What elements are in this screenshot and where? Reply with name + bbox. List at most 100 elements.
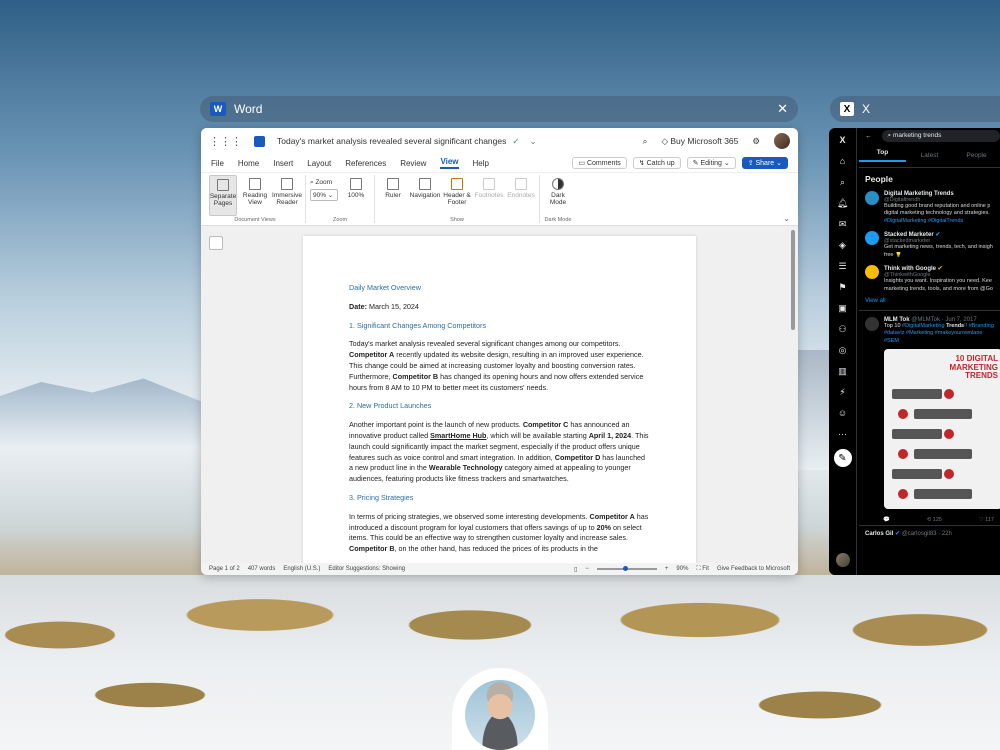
messages-icon[interactable]: ✉	[837, 218, 849, 231]
tab-home[interactable]: Home	[238, 159, 259, 168]
zoom-button[interactable]: ⌕ Zoom	[310, 179, 332, 187]
grok-icon[interactable]: ◈	[837, 239, 849, 252]
show-group: Ruler Navigation Header & Footer Footnot…	[375, 175, 540, 223]
buy-microsoft-365-link[interactable]: ◇ Buy Microsoft 365	[661, 136, 738, 147]
zoom-value: 90%	[313, 192, 327, 199]
ruler-toggle[interactable]: Ruler	[379, 175, 407, 216]
tab-view[interactable]: View	[440, 157, 459, 169]
back-arrow-icon[interactable]: ←	[865, 133, 872, 140]
person-result[interactable]: Stacked Marketer ✔ @stackedmarketer Get …	[859, 228, 1000, 262]
retweet-button[interactable]: ⟲ 125	[927, 517, 942, 523]
separate-pages-button[interactable]: Separate Pages	[209, 175, 237, 216]
language[interactable]: English (U.S.)	[283, 566, 320, 572]
search-icon[interactable]: ⌕	[643, 136, 648, 147]
ribbon-collapse-icon[interactable]: ⌄	[783, 214, 790, 223]
zoom-out-icon[interactable]: −	[585, 566, 589, 572]
tweet-hashtag[interactable]: #DigitalMarketing	[902, 323, 945, 329]
zoom-100-label: 100%	[347, 192, 365, 199]
header-footer-button[interactable]: Header & Footer	[443, 175, 471, 216]
word-close-icon[interactable]: ✕	[777, 101, 788, 117]
feedback-link[interactable]: Give Feedback to Microsoft	[717, 566, 790, 572]
reading-view-button[interactable]: Reading View	[241, 175, 269, 216]
zoom-100-button[interactable]: 100%	[342, 175, 370, 216]
home-icon[interactable]: ⌂	[837, 155, 849, 168]
person-result[interactable]: Digital Marketing Trends @Digitaltrendh …	[859, 188, 1000, 228]
tab-insert[interactable]: Insert	[273, 159, 293, 168]
person-avatar[interactable]	[865, 191, 879, 205]
app-launcher-icon[interactable]: ⋮⋮⋮	[209, 135, 242, 148]
endnotes-button[interactable]: Endnotes	[507, 175, 535, 216]
zoom-in-icon[interactable]: +	[665, 566, 669, 572]
tab-top[interactable]: Top	[859, 149, 906, 162]
reply-icon[interactable]: 💬	[883, 517, 890, 523]
zoom-group: ⌕ Zoom 90% ⌄ 100% Zoom	[306, 175, 375, 223]
zoom-slider[interactable]	[596, 566, 657, 571]
tweet-rest[interactable]: !! #Branding	[964, 323, 994, 329]
infographic-dot	[944, 389, 954, 400]
view-all-link[interactable]: View all	[859, 296, 1000, 311]
person-result[interactable]: Think with Google ✔ @ThinkwithGoogle Ins…	[859, 262, 1000, 296]
person-avatar[interactable]	[865, 231, 879, 246]
tweet-infographic-image[interactable]: 10 DIGITAL MARKETING TRENDS	[884, 349, 1000, 510]
document-page[interactable]: Daily Market Overview Date: March 15, 20…	[303, 236, 696, 575]
more-icon[interactable]: ⋯	[837, 428, 849, 441]
notifications-bell-icon[interactable]: 🔔︎	[837, 197, 849, 210]
tweet-actions: 💬 ⟲ 125 ♡ 117	[859, 515, 1000, 525]
tab-references[interactable]: References	[345, 159, 386, 168]
tab-review[interactable]: Review	[400, 159, 426, 168]
x-search-input[interactable]: ⌕ marketing trends	[881, 130, 1000, 142]
navigation-pane-icon[interactable]	[209, 236, 223, 250]
footnotes-button[interactable]: Footnotes	[475, 175, 503, 216]
editing-mode-button[interactable]: ✎ Editing ⌄	[686, 157, 736, 169]
chevron-down-icon[interactable]: ⌄	[529, 136, 536, 147]
person-bio-tags[interactable]: #DigitalMarketing #DigitalTrends	[884, 218, 990, 225]
tab-people[interactable]: People	[953, 152, 1000, 159]
status-zoom-value[interactable]: 90%	[676, 566, 688, 572]
zoom-select[interactable]: 90% ⌄	[310, 189, 338, 201]
tab-latest[interactable]: Latest	[906, 152, 953, 159]
word-window: ⋮⋮⋮ Today's market analysis revealed sev…	[201, 128, 798, 575]
document-title[interactable]: Today's market analysis revealed several…	[277, 136, 506, 146]
lightning-icon[interactable]: ⚡︎	[837, 386, 849, 399]
dark-mode-toggle[interactable]: Dark Mode	[544, 175, 572, 216]
x-window-titlebar[interactable]: X X	[830, 96, 1000, 122]
bookmarks-icon[interactable]: ⚑	[837, 281, 849, 294]
tweet-hashtags-line-2[interactable]: #dataviz #Marketing #makeyourownlane	[884, 330, 982, 336]
tweet[interactable]: MLM Tok @MLMTok · Jun 7, 2017 Top 10 #Di…	[859, 311, 1000, 515]
navigation-toggle[interactable]: Navigation	[410, 175, 440, 216]
lists-icon[interactable]: ☰	[837, 260, 849, 273]
settings-gear-icon[interactable]: ⚙	[752, 136, 760, 147]
tab-file[interactable]: File	[211, 159, 224, 168]
tab-help[interactable]: Help	[473, 159, 489, 168]
analytics-icon[interactable]: ▥	[837, 365, 849, 378]
header-footer-icon	[451, 178, 463, 190]
comments-button[interactable]: ▭ Comments	[572, 157, 627, 169]
account-avatar[interactable]	[835, 553, 850, 567]
catch-up-button[interactable]: ↯ Catch up	[632, 157, 681, 169]
premium-icon[interactable]: ◎	[837, 344, 849, 357]
vertical-scrollbar[interactable]	[791, 230, 795, 330]
user-avatar[interactable]	[774, 133, 790, 149]
word-window-titlebar[interactable]: W Word ✕	[200, 96, 798, 122]
share-button[interactable]: ⇪ Share ⌄	[741, 157, 788, 169]
editor-suggestions[interactable]: Editor Suggestions: Showing	[328, 566, 405, 572]
person-avatar[interactable]	[865, 265, 879, 280]
word-count[interactable]: 407 words	[248, 566, 276, 572]
like-button[interactable]: ♡ 117	[979, 517, 994, 523]
x-logo-icon[interactable]: X	[837, 134, 849, 147]
next-tweet-header[interactable]: Carlos Gil ✔ @carlosgil83 · 22h	[859, 525, 1000, 541]
x-search-bar: ← ⌕ marketing trends	[859, 128, 1000, 144]
communities-icon[interactable]: ⚇	[837, 323, 849, 336]
page-count[interactable]: Page 1 of 2	[209, 566, 240, 572]
immersive-reader-button[interactable]: Immersive Reader	[272, 175, 302, 216]
post-button[interactable]: ✎	[833, 449, 852, 467]
tweet-hashtags-line-3[interactable]: #SEM	[884, 338, 899, 344]
explore-search-icon[interactable]: ⌕	[837, 176, 849, 189]
group-label: Zoom	[332, 217, 348, 223]
tweet-author-avatar[interactable]	[865, 316, 879, 331]
focus-icon[interactable]: ▯	[574, 566, 577, 573]
profile-icon[interactable]: ☺	[837, 407, 849, 420]
jobs-icon[interactable]: ▣	[837, 302, 849, 315]
fit-button[interactable]: ⛶ Fit	[696, 566, 709, 573]
tab-layout[interactable]: Layout	[307, 159, 331, 168]
